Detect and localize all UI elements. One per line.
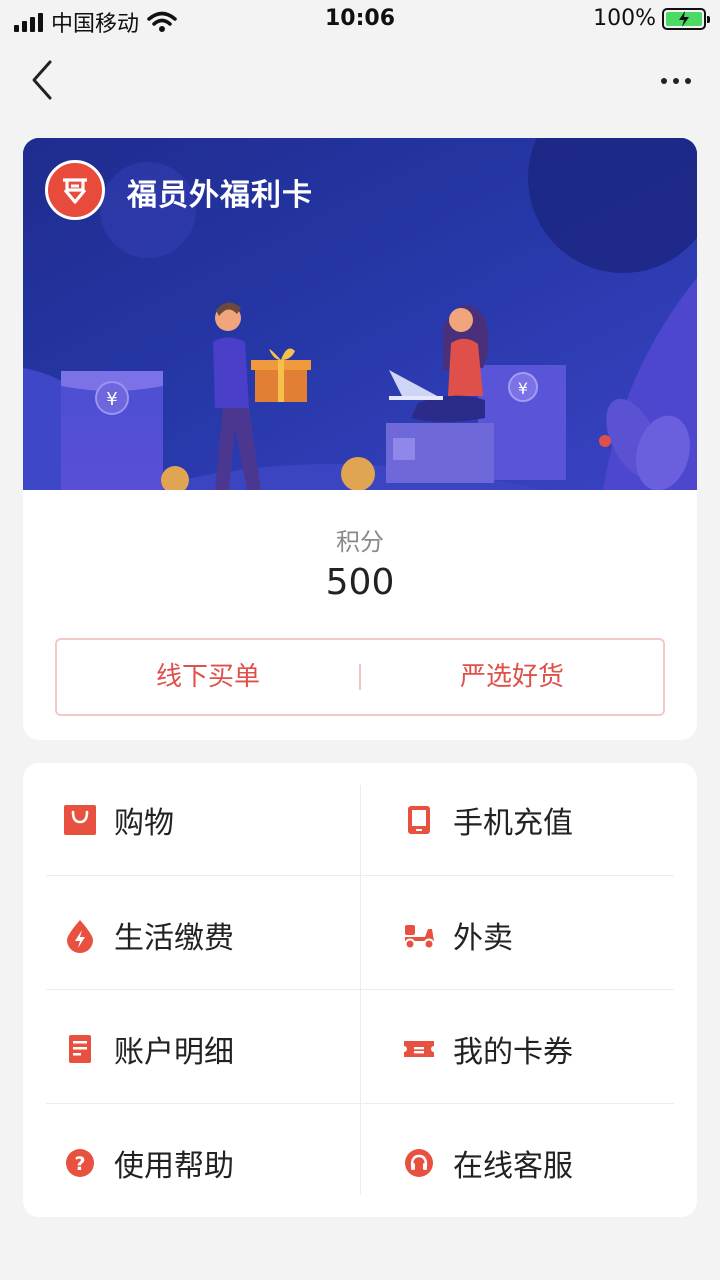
svg-text:¥: ¥ — [106, 389, 117, 410]
menu-item-label: 账户明细 — [114, 1035, 234, 1070]
battery-icon — [662, 7, 710, 30]
card-logo — [45, 160, 105, 220]
menu-item-label: 使用帮助 — [114, 1149, 234, 1184]
ticket-icon — [401, 1031, 437, 1067]
selected-goods-button[interactable]: 严选好货 — [361, 640, 663, 714]
battery-percent: 100% — [593, 6, 656, 31]
menu-item-label: 在线客服 — [453, 1149, 573, 1184]
menu-item-shopping[interactable]: 购物 — [62, 763, 376, 877]
chevron-left-icon — [32, 60, 52, 100]
status-bar: 中国移动 10:06 100% — [0, 0, 720, 40]
menu-item-customer-service[interactable]: 在线客服 — [401, 1106, 715, 1220]
menu-item-label: 我的卡券 — [453, 1035, 573, 1070]
nav-bar — [0, 44, 720, 120]
offline-pay-button[interactable]: 线下买单 — [57, 640, 359, 714]
menu-item-phone-topup[interactable]: 手机充值 — [401, 763, 715, 877]
menu-item-label: 外卖 — [453, 921, 513, 956]
card-banner: ¥ ¥ 福员外福利卡 — [23, 138, 697, 490]
card-actions: 线下买单 严选好货 — [55, 638, 665, 716]
phone-icon — [401, 802, 437, 838]
shopping-bag-icon — [62, 802, 98, 838]
points-label: 积分 — [336, 528, 384, 556]
menu-item-label: 购物 — [114, 806, 174, 841]
document-icon — [62, 1031, 98, 1067]
svg-text:¥: ¥ — [518, 379, 528, 398]
menu-item-my-coupons[interactable]: 我的卡券 — [401, 992, 715, 1106]
more-dots-icon — [661, 78, 667, 84]
brand-logo-icon — [63, 178, 87, 204]
menu-item-utilities[interactable]: 生活缴费 — [62, 878, 376, 992]
card-title: 福员外福利卡 — [127, 178, 313, 213]
svg-text:?: ? — [74, 1153, 85, 1175]
scooter-icon — [401, 917, 437, 953]
points-value: 500 — [325, 562, 395, 603]
menu-item-help[interactable]: ? 使用帮助 — [62, 1106, 376, 1220]
question-icon: ? — [62, 1145, 98, 1181]
headset-icon — [401, 1145, 437, 1181]
welfare-card: ¥ ¥ 福员外福利卡 积分 500 线下买单 严选好货 — [23, 138, 697, 740]
menu-grid: 购物 手机充值 生活缴费 外卖 账户明细 我的卡券 ? 使用帮助 在线客服 — [46, 785, 674, 1195]
more-button[interactable] — [654, 66, 698, 96]
menu-item-label: 手机充值 — [453, 806, 573, 841]
menu-item-label: 生活缴费 — [114, 921, 234, 956]
banner-illustration: ¥ ¥ — [23, 138, 697, 490]
menu-item-takeout[interactable]: 外卖 — [401, 878, 715, 992]
back-button[interactable] — [24, 58, 64, 102]
service-menu: 购物 手机充值 生活缴费 外卖 账户明细 我的卡券 ? 使用帮助 在线客服 — [23, 763, 697, 1217]
status-right: 100% — [593, 6, 710, 31]
menu-item-account-details[interactable]: 账户明细 — [62, 992, 376, 1106]
utility-drop-icon — [62, 917, 98, 953]
